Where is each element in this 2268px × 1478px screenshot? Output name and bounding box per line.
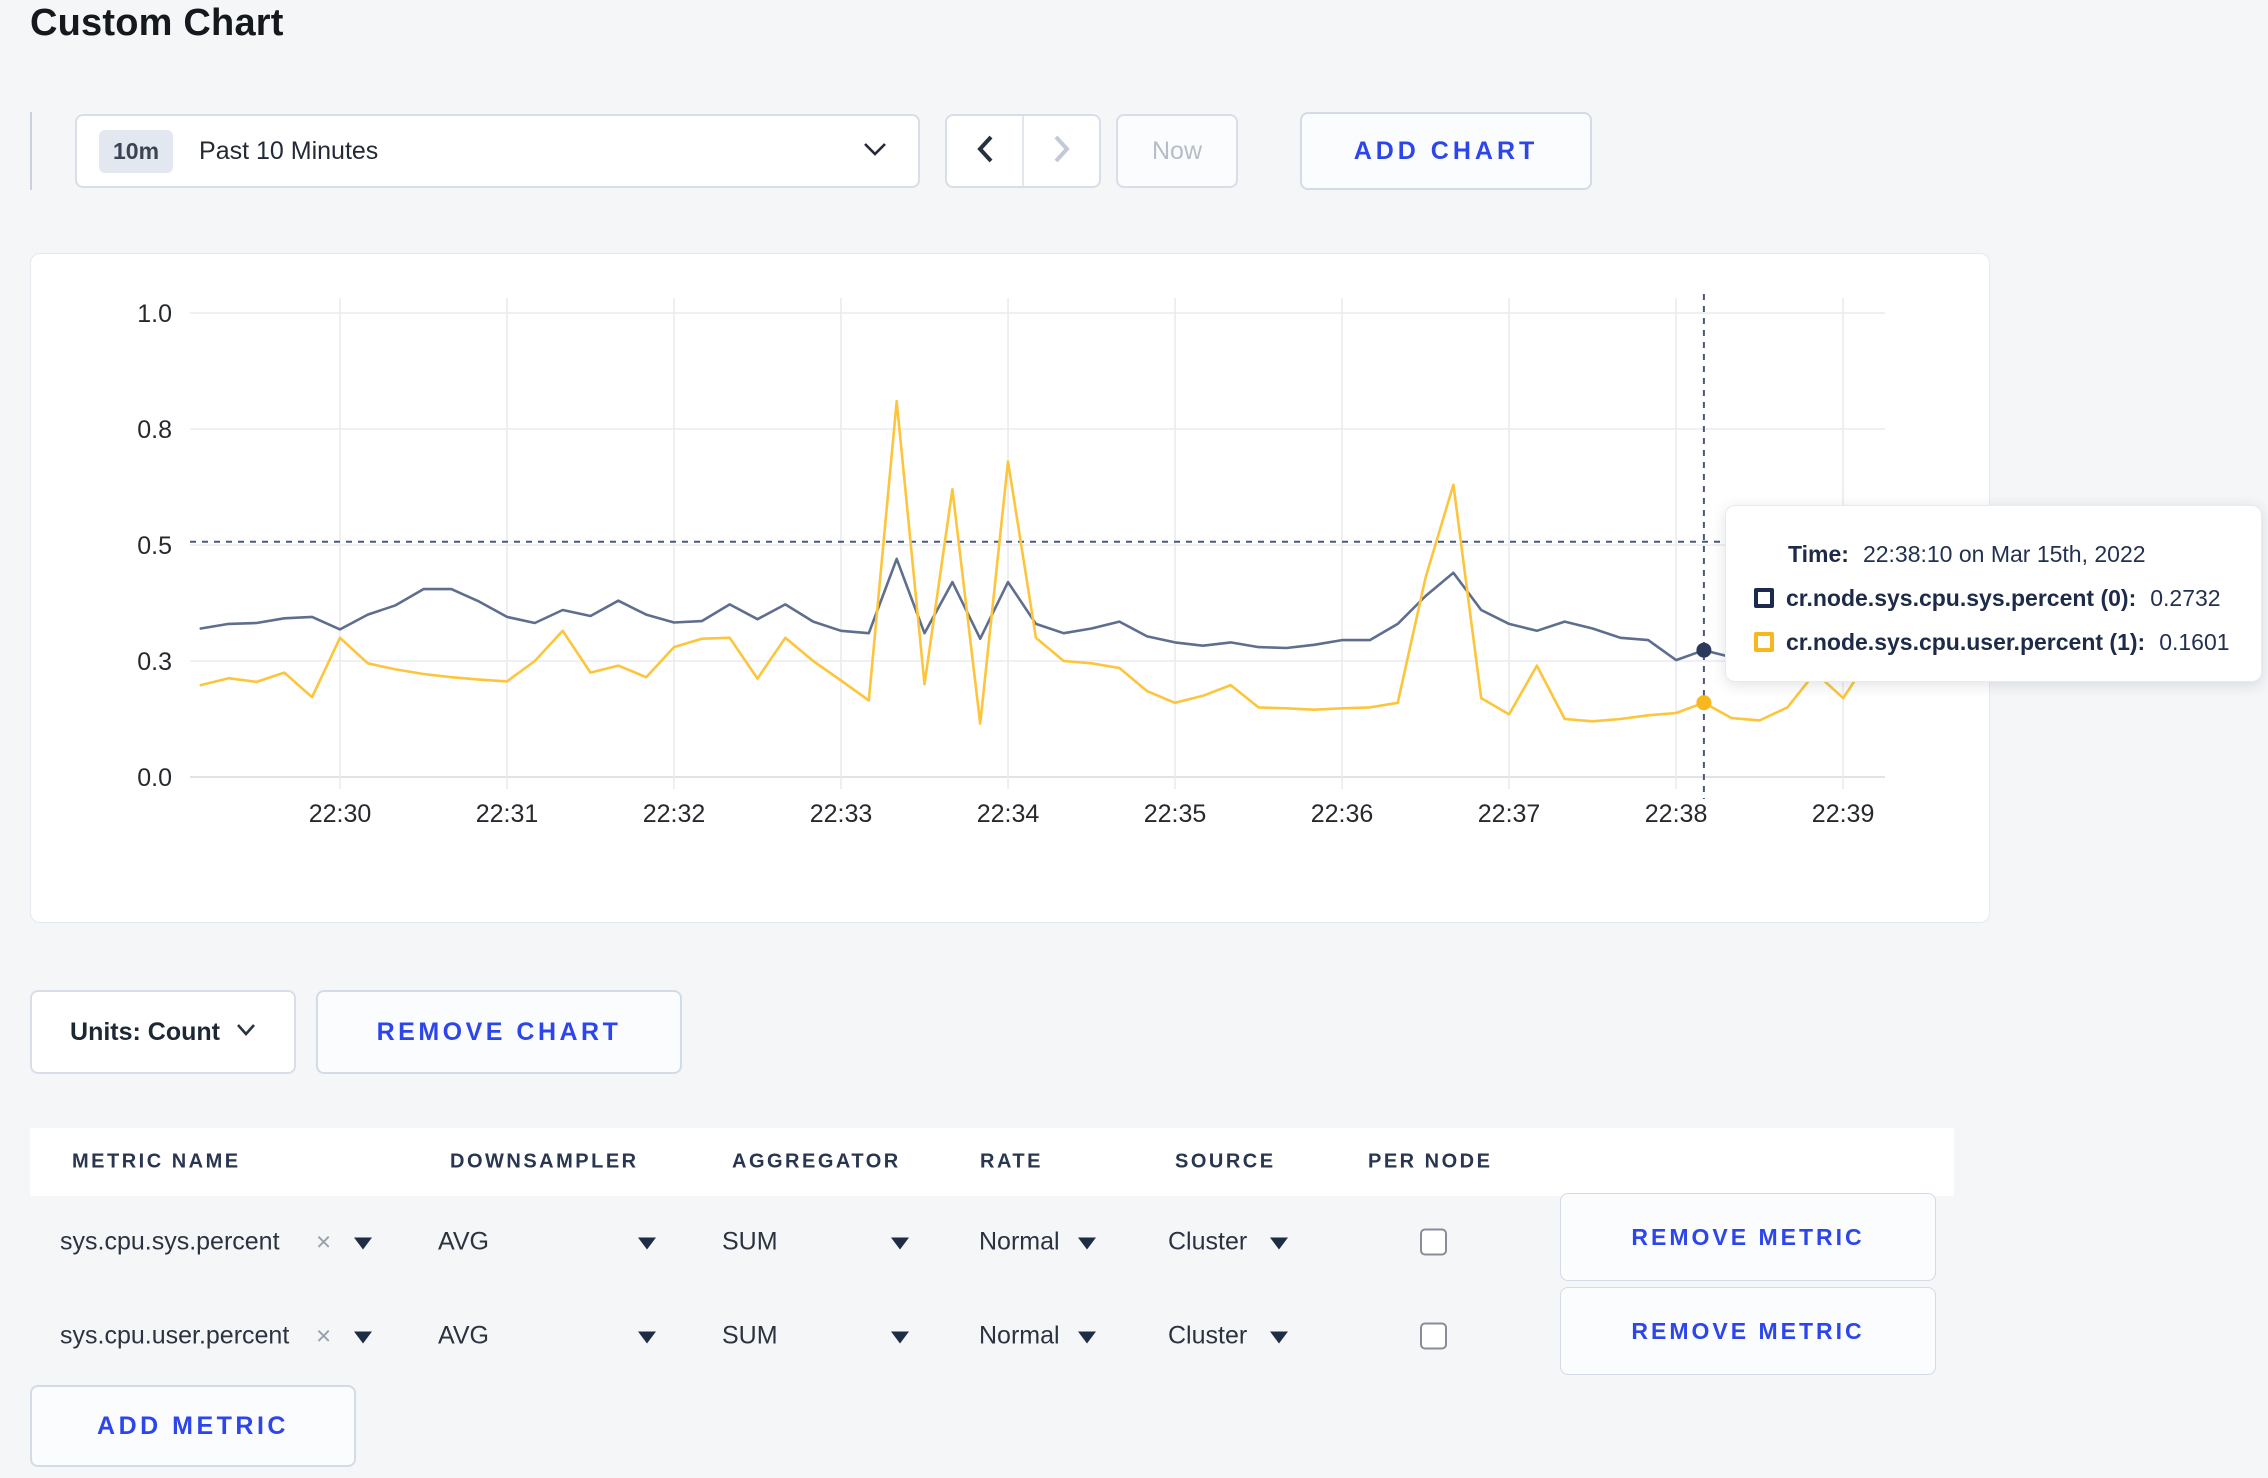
metric-name-select[interactable]: sys.cpu.user.percent	[60, 1322, 289, 1351]
hover-marker	[1696, 642, 1712, 658]
downsampler-arrow-icon[interactable]	[638, 1228, 656, 1257]
tooltip-time-value: 22:38:10 on Mar 15th, 2022	[1862, 540, 2146, 567]
x-axis-tick-label: 22:36	[1311, 800, 1374, 828]
series-swatch-user-icon	[1754, 632, 1774, 652]
y-axis-tick-label: 0.0	[137, 764, 172, 792]
aggregator-select[interactable]: SUM	[722, 1322, 778, 1351]
time-range-label: Past 10 Minutes	[199, 136, 379, 165]
x-axis-tick-label: 22:33	[810, 800, 873, 828]
source-arrow-icon[interactable]	[1270, 1228, 1288, 1257]
chevron-down-icon	[862, 141, 888, 162]
prev-time-button[interactable]	[947, 116, 1024, 186]
metric-row: sys.cpu.user.percent × AVG SUM Normal Cl…	[30, 1287, 1954, 1380]
time-range-badge: 10m	[99, 129, 174, 173]
hover-marker	[1696, 695, 1712, 711]
col-header-source: SOURCE	[1175, 1150, 1276, 1173]
per-node-checkbox[interactable]	[1420, 1322, 1447, 1350]
source-select[interactable]: Cluster	[1168, 1322, 1247, 1351]
source-arrow-icon[interactable]	[1270, 1322, 1288, 1351]
clear-metric-icon[interactable]: ×	[316, 1321, 331, 1352]
remove-metric-button[interactable]: REMOVE METRIC	[1560, 1287, 1936, 1375]
x-axis-tick-label: 22:34	[977, 800, 1040, 828]
metric-select-arrow-icon[interactable]	[354, 1228, 372, 1257]
add-chart-button[interactable]: ADD CHART	[1300, 112, 1592, 190]
x-axis-tick-label: 22:30	[309, 800, 372, 828]
time-series-chart[interactable]: 0.0 0.3 0.5 0.8 1.0 22:30 22:31 22:32 22:33 22:34…	[31, 254, 1989, 922]
col-header-aggregator: AGGREGATOR	[732, 1150, 901, 1173]
now-button[interactable]: Now	[1116, 114, 1238, 188]
series-line-1	[199, 399, 1873, 725]
metric-select-arrow-icon[interactable]	[354, 1322, 372, 1351]
time-pager	[945, 114, 1101, 188]
metric-row: sys.cpu.sys.percent × AVG SUM Normal Clu…	[30, 1193, 1954, 1286]
col-header-rate: RATE	[980, 1150, 1043, 1173]
tooltip-series-value: 0.1601	[2159, 628, 2230, 655]
tooltip-series-label: cr.node.sys.cpu.user.percent (1):	[1786, 628, 2146, 655]
chart-card: 0.0 0.3 0.5 0.8 1.0 22:30 22:31 22:32 22:33 22:34…	[30, 253, 1990, 923]
rate-arrow-icon[interactable]	[1078, 1322, 1096, 1351]
rate-arrow-icon[interactable]	[1078, 1228, 1096, 1257]
x-axis-tick-label: 22:37	[1478, 800, 1541, 828]
y-axis-tick-label: 0.8	[137, 416, 172, 444]
rate-select[interactable]: Normal	[979, 1322, 1060, 1351]
chevron-left-icon	[975, 134, 995, 169]
tooltip-time-label: Time:	[1788, 540, 1849, 567]
tooltip-series-label: cr.node.sys.cpu.sys.percent (0):	[1786, 584, 2137, 611]
remove-chart-button[interactable]: REMOVE CHART	[316, 990, 682, 1074]
remove-metric-button[interactable]: REMOVE METRIC	[1560, 1193, 1936, 1281]
x-axis-tick-label: 22:32	[643, 800, 706, 828]
aggregator-arrow-icon[interactable]	[891, 1322, 909, 1351]
series-swatch-sys-icon	[1754, 588, 1774, 608]
chevron-down-icon	[236, 1023, 256, 1041]
units-select[interactable]: Units: Count	[30, 990, 296, 1074]
aggregator-select[interactable]: SUM	[722, 1228, 778, 1257]
x-axis-tick-label: 22:39	[1812, 800, 1875, 828]
x-axis-tick-label: 22:35	[1144, 800, 1207, 828]
y-axis-tick-label: 0.5	[137, 532, 172, 560]
downsampler-select[interactable]: AVG	[438, 1322, 489, 1351]
time-range-select[interactable]: 10m Past 10 Minutes	[75, 114, 920, 188]
col-header-downsampler: DOWNSAMPLER	[450, 1150, 639, 1173]
downsampler-arrow-icon[interactable]	[638, 1322, 656, 1351]
col-header-metric-name: METRIC NAME	[72, 1150, 241, 1173]
add-metric-button[interactable]: ADD METRIC	[30, 1385, 356, 1467]
y-axis-tick-label: 0.3	[137, 648, 172, 676]
source-select[interactable]: Cluster	[1168, 1228, 1247, 1257]
metrics-table-header: METRIC NAME DOWNSAMPLER AGGREGATOR RATE …	[30, 1128, 1954, 1196]
clear-metric-icon[interactable]: ×	[316, 1227, 331, 1258]
custom-chart-page: Custom Chart 10m Past 10 Minutes Now ADD…	[0, 0, 2268, 1478]
chart-hover-tooltip: Time: 22:38:10 on Mar 15th, 2022 cr.node…	[1725, 505, 2262, 682]
downsampler-select[interactable]: AVG	[438, 1228, 489, 1257]
page-title: Custom Chart	[30, 2, 284, 44]
x-axis-tick-label: 22:38	[1645, 800, 1708, 828]
per-node-checkbox[interactable]	[1420, 1228, 1447, 1256]
metric-name-select[interactable]: sys.cpu.sys.percent	[60, 1228, 280, 1257]
tooltip-series-value: 0.2732	[2150, 584, 2221, 611]
toolbar-divider	[30, 112, 32, 190]
chevron-right-icon	[1052, 134, 1072, 169]
rate-select[interactable]: Normal	[979, 1228, 1060, 1257]
units-label: Units: Count	[70, 1017, 220, 1046]
col-header-per-node: PER NODE	[1368, 1150, 1493, 1173]
y-axis-tick-label: 1.0	[137, 300, 172, 328]
aggregator-arrow-icon[interactable]	[891, 1228, 909, 1257]
next-time-button[interactable]	[1024, 116, 1099, 186]
series-line-0	[199, 557, 1873, 662]
x-axis-tick-label: 22:31	[476, 800, 539, 828]
